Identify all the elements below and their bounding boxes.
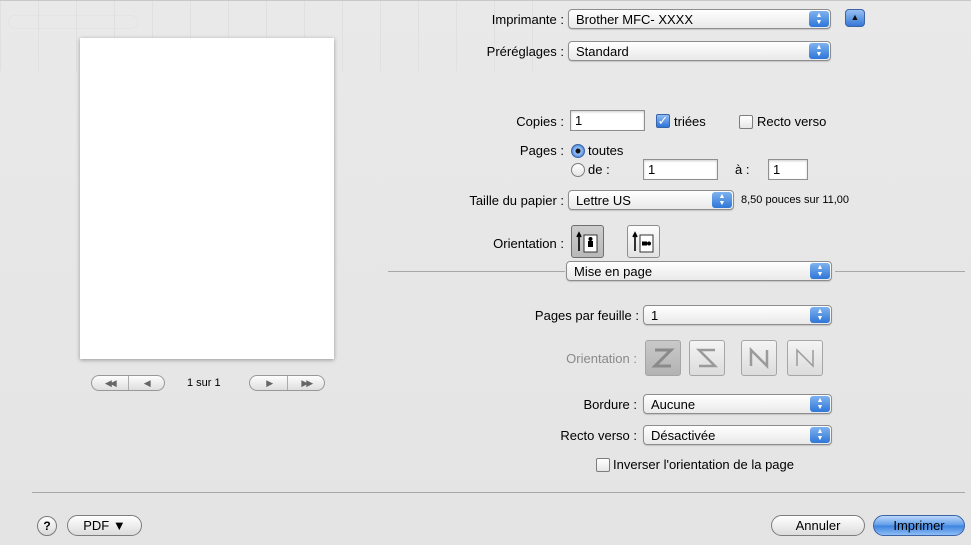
printer-value: Brother MFC- XXXX — [576, 12, 694, 27]
section-value: Mise en page — [574, 264, 653, 279]
previous-page-icon[interactable]: ◀ — [127, 376, 165, 390]
layout-n-reverse-icon — [749, 346, 769, 370]
help-button[interactable]: ? — [37, 516, 57, 536]
pager-forward-group: ▶ ▶▶ — [249, 375, 325, 391]
section-divider-left — [388, 271, 565, 272]
printer-label: Imprimante : — [491, 12, 564, 27]
collate-checkbox[interactable]: ✓ — [656, 114, 670, 128]
first-page-icon[interactable]: ◀◀ — [92, 376, 128, 390]
reverse-orientation-label: Inverser l'orientation de la page — [613, 457, 794, 472]
pages-per-sheet-value: 1 — [651, 308, 659, 323]
reverse-orientation-checkbox[interactable] — [596, 458, 610, 472]
layout-n-button[interactable] — [787, 340, 823, 376]
layout-duplex-value: Désactivée — [651, 428, 716, 443]
border-value: Aucune — [651, 397, 696, 412]
footer-divider — [32, 492, 965, 493]
pages-to-field[interactable]: 1 — [768, 159, 808, 180]
presets-popup[interactable]: Standard ▲ ▼ — [568, 41, 831, 61]
next-page-icon[interactable]: ▶ — [250, 376, 287, 390]
layout-duplex-label: Recto verso : — [560, 428, 637, 443]
popup-arrows-icon: ▲ ▼ — [810, 307, 830, 323]
paper-size-label: Taille du papier : — [469, 193, 564, 208]
layout-z-icon — [651, 348, 675, 368]
pages-per-sheet-label: Pages par feuille : — [534, 308, 639, 323]
pages-per-sheet-popup[interactable]: 1 ▲ ▼ — [643, 305, 832, 325]
presets-label: Préréglages : — [486, 44, 564, 59]
copies-field[interactable]: 1 — [570, 110, 645, 131]
layout-n-reverse-button[interactable] — [741, 340, 777, 376]
portrait-icon — [575, 230, 597, 252]
pages-from-field[interactable]: 1 — [643, 159, 718, 180]
pager-back-group: ◀◀ ◀ — [91, 375, 165, 391]
page-counter: 1 sur 1 — [187, 377, 221, 389]
layout-duplex-popup[interactable]: Désactivée ▲ ▼ — [643, 425, 832, 445]
popup-arrows-icon: ▲ ▼ — [810, 263, 830, 279]
paper-size-value: Lettre US — [576, 193, 631, 208]
duplex-label: Recto verso — [757, 114, 827, 129]
print-dialog: ◀◀ ◀ 1 sur 1 ▶ ▶▶ Imprimante : Brother M… — [0, 0, 971, 545]
popup-arrows-icon: ▲ ▼ — [809, 11, 829, 27]
paper-size-popup[interactable]: Lettre US ▲ ▼ — [568, 190, 734, 210]
pdf-menu-button[interactable]: PDF ▼ — [67, 515, 142, 536]
background-ruler — [8, 15, 138, 29]
pages-label: Pages : — [519, 143, 564, 158]
layout-s-button[interactable] — [689, 340, 725, 376]
popup-arrows-icon: ▲ ▼ — [810, 427, 830, 443]
layout-direction-label: Orientation : — [566, 351, 637, 366]
layout-s-icon — [695, 348, 719, 368]
duplex-checkbox[interactable] — [739, 115, 753, 129]
landscape-orientation-button[interactable] — [627, 225, 660, 258]
border-label: Bordure : — [583, 397, 637, 412]
popup-arrows-icon: ▲ ▼ — [810, 396, 830, 412]
pages-all-radio[interactable] — [571, 144, 585, 158]
page-preview — [80, 38, 334, 359]
portrait-orientation-button[interactable] — [571, 225, 604, 258]
print-button[interactable]: Imprimer — [873, 515, 965, 536]
section-popup[interactable]: Mise en page ▲ ▼ — [566, 261, 832, 281]
popup-arrows-icon: ▲ ▼ — [809, 43, 829, 59]
last-page-icon[interactable]: ▶▶ — [287, 376, 324, 390]
paper-dimensions: 8,50 pouces sur 11,00 — [741, 194, 850, 206]
layout-n-icon — [796, 348, 814, 368]
section-divider-right — [835, 271, 965, 272]
printer-popup[interactable]: Brother MFC- XXXX ▲ ▼ — [568, 9, 831, 29]
pages-range-radio[interactable] — [571, 163, 585, 177]
popup-arrows-icon: ▲ ▼ — [712, 192, 732, 208]
pages-all-label: toutes — [588, 143, 624, 158]
collate-label: triées — [674, 114, 706, 129]
cancel-button[interactable]: Annuler — [771, 515, 865, 536]
border-popup[interactable]: Aucune ▲ ▼ — [643, 394, 832, 414]
collapse-details-button[interactable]: ▲ — [845, 9, 865, 27]
pages-to-label: à : — [735, 162, 750, 177]
landscape-icon — [631, 230, 653, 252]
pages-from-label: de : — [588, 162, 610, 177]
presets-value: Standard — [576, 44, 629, 59]
layout-z-button[interactable] — [645, 340, 681, 376]
orientation-label: Orientation : — [493, 236, 564, 251]
copies-label: Copies : — [516, 114, 564, 129]
